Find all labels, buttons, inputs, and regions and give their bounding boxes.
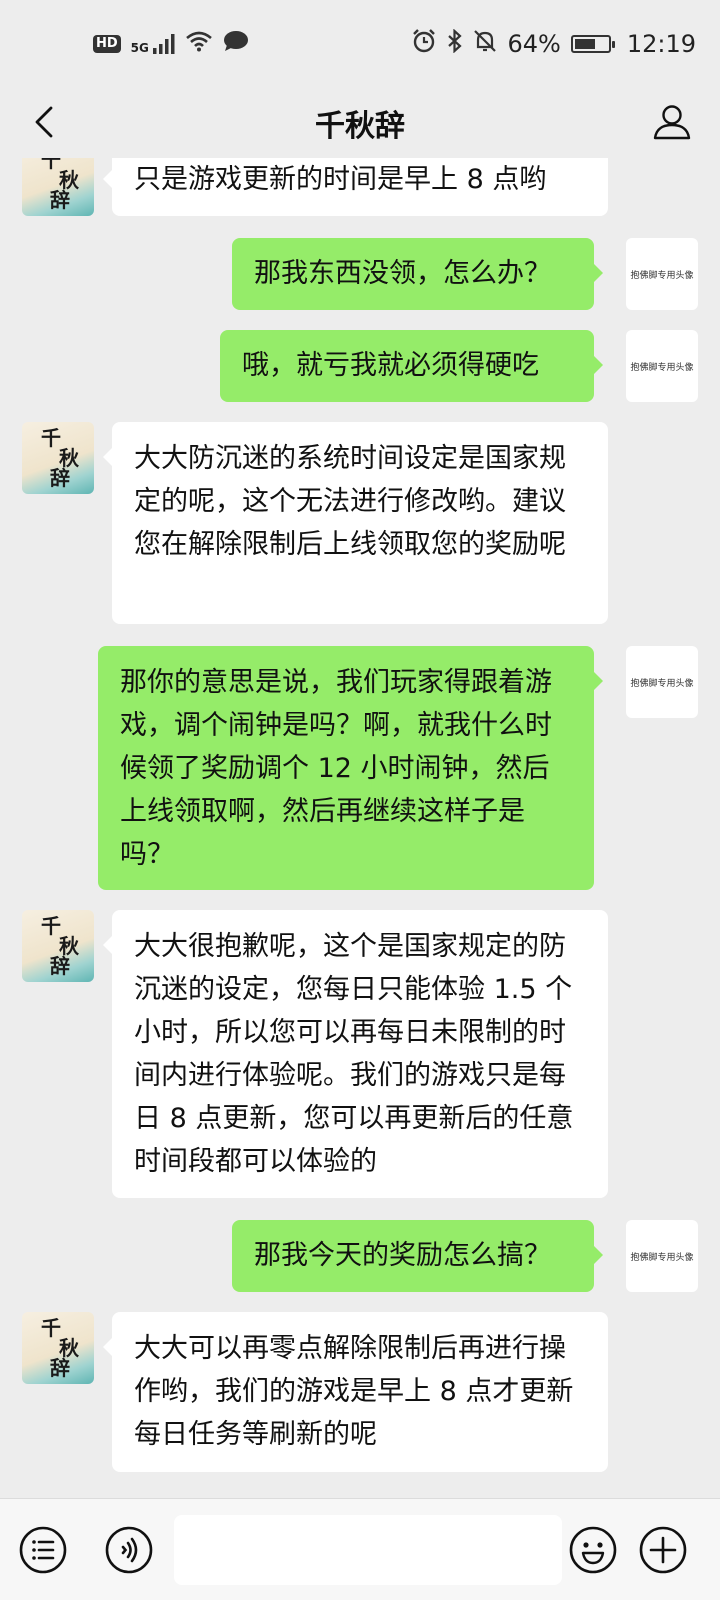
contact-avatar[interactable]: 千秋辞 [22, 1312, 94, 1384]
my-avatar[interactable]: 抱佛脚专用头像 [626, 330, 698, 402]
message-bubble-received[interactable]: 大大防沉迷的系统时间设定是国家规定的呢，这个无法进行修改哟。建议您在解除限制后上… [103, 422, 608, 624]
network-type: 5G [130, 41, 149, 55]
wifi-icon [185, 30, 213, 58]
chat-header: 千秋辞 [0, 88, 720, 158]
my-avatar-label: 抱佛脚专用头像 [630, 1252, 694, 1263]
game-logo: 千秋辞 [41, 158, 79, 212]
my-avatar[interactable]: 抱佛脚专用头像 [626, 1220, 698, 1292]
back-button[interactable] [22, 100, 66, 144]
input-bar [0, 1498, 720, 1600]
signal-icon: 5G [131, 34, 175, 54]
my-avatar-label: 抱佛脚专用头像 [630, 270, 694, 281]
game-logo: 千秋辞 [41, 1316, 79, 1380]
message-bubble-received[interactable]: 只是游戏更新的时间是早上 8 点哟 [103, 158, 608, 216]
chat-message-list[interactable]: 千秋辞 只是游戏更新的时间是早上 8 点哟 那我东西没领，怎么办？ 抱佛脚专用头… [0, 158, 720, 1498]
person-icon [653, 105, 691, 140]
voice-icon [105, 1526, 153, 1574]
plus-icon [639, 1526, 687, 1574]
game-logo: 千秋辞 [41, 914, 79, 978]
game-logo: 千秋辞 [41, 426, 79, 490]
hd-badge: HD [93, 35, 121, 53]
mute-bell-icon [473, 29, 497, 59]
alarm-icon [411, 28, 437, 60]
menu-button[interactable] [18, 1525, 68, 1575]
message-bubble-sent[interactable]: 那我东西没领，怎么办？ [232, 238, 603, 310]
battery-fill [574, 39, 595, 49]
my-avatar-label: 抱佛脚专用头像 [630, 678, 694, 689]
my-avatar-label: 抱佛脚专用头像 [630, 362, 694, 373]
status-bar: HD 5G 64% 12:19 [0, 0, 720, 88]
status-right: 64% 12:19 [411, 28, 720, 60]
message-input[interactable] [174, 1515, 562, 1585]
contact-avatar[interactable]: 千秋辞 [22, 158, 94, 216]
status-left: HD 5G [93, 30, 249, 58]
contact-profile-button[interactable] [646, 96, 698, 148]
more-functions-button[interactable] [638, 1525, 688, 1575]
message-notification-icon [223, 30, 249, 58]
voice-input-button[interactable] [104, 1525, 154, 1575]
bluetooth-icon [447, 28, 463, 59]
clock-time: 12:19 [626, 30, 696, 58]
contact-avatar[interactable]: 千秋辞 [22, 422, 94, 494]
emoji-icon [569, 1526, 617, 1574]
contact-avatar[interactable]: 千秋辞 [22, 910, 94, 982]
my-avatar[interactable]: 抱佛脚专用头像 [626, 238, 698, 310]
list-menu-icon [19, 1526, 67, 1574]
battery-percent: 64% [507, 30, 561, 58]
my-avatar[interactable]: 抱佛脚专用头像 [626, 646, 698, 718]
chat-title: 千秋辞 [315, 109, 405, 144]
message-bubble-sent[interactable]: 哦，就亏我就必须得硬吃 [220, 330, 603, 402]
emoji-button[interactable] [568, 1525, 618, 1575]
message-bubble-sent[interactable]: 那你的意思是说，我们玩家得跟着游戏，调个闹钟是吗？啊，就我什么时候领了奖励调个 … [98, 646, 603, 890]
message-bubble-sent[interactable]: 那我今天的奖励怎么搞？ [232, 1220, 603, 1292]
chevron-left-icon [35, 106, 53, 138]
message-bubble-received[interactable]: 大大可以再零点解除限制后再进行操作哟，我们的游戏是早上 8 点才更新每日任务等刷… [103, 1312, 608, 1472]
message-bubble-received[interactable]: 大大很抱歉呢，这个是国家规定的防沉迷的设定，您每日只能体验 1.5 个小时，所以… [103, 910, 608, 1198]
battery-icon [570, 35, 615, 53]
